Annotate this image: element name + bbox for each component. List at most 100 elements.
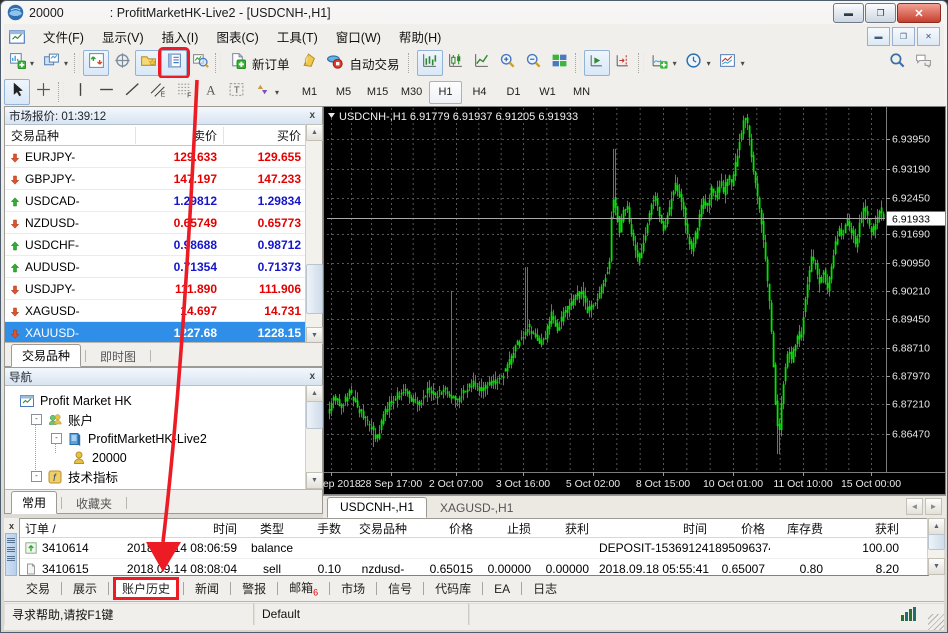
periods-button[interactable]	[681, 50, 707, 76]
templates-button[interactable]	[715, 50, 741, 76]
terminal-column-header-6[interactable]: 止损	[478, 520, 536, 537]
terminal-column-header-4[interactable]: 交易品种	[346, 520, 420, 537]
mw-tab-1[interactable]: 即时图	[90, 346, 146, 367]
profiles-dropdown-arrow[interactable]: ▾	[64, 59, 68, 68]
menu-item-插入I[interactable]: 插入(I)	[153, 25, 208, 48]
terminal-column-header-1[interactable]: 时间	[120, 520, 242, 537]
terminal-scrollbar[interactable]: ▲▼	[927, 518, 944, 575]
tile-windows-button[interactable]	[547, 50, 573, 76]
terminal-tab-4[interactable]: 警报	[235, 579, 273, 598]
chart-tab-XAGUSDH1[interactable]: XAGUSD-,H1	[428, 499, 525, 518]
market-watch-button[interactable]	[83, 50, 109, 76]
menu-item-文件F[interactable]: 文件(F)	[34, 25, 93, 48]
timeframe-m1-button[interactable]: M1	[293, 81, 326, 104]
line-chart-mode-button[interactable]	[469, 50, 495, 76]
equidistant-channel-tool-button[interactable]: E	[145, 79, 171, 105]
market-watch-row-EURJPY[interactable]: EURJPY-129.633129.655	[5, 146, 322, 168]
market-watch-scrollbar[interactable]: ▲▼	[305, 124, 322, 344]
text-tool-button[interactable]: A	[197, 79, 223, 105]
nav-tab-0[interactable]: 常用	[11, 491, 57, 514]
scroll-thumb[interactable]	[306, 264, 323, 314]
timeframe-w1-button[interactable]: W1	[531, 81, 564, 104]
templates-dropdown-arrow[interactable]: ▾	[741, 59, 745, 68]
profiles-button[interactable]	[38, 50, 64, 76]
terminal-tab-0[interactable]: 交易	[19, 579, 57, 598]
tree-item-账户[interactable]: -账户	[31, 410, 93, 429]
periods-dropdown-arrow[interactable]: ▾	[707, 59, 711, 68]
auto-scroll-button[interactable]	[584, 50, 610, 76]
price-chart[interactable]: 6.939506.931906.924506.916906.909506.902…	[323, 106, 946, 495]
menu-item-窗口W[interactable]: 窗口(W)	[327, 25, 390, 48]
timeframe-m5-button[interactable]: M5	[327, 81, 360, 104]
timeframe-d1-button[interactable]: D1	[497, 81, 530, 104]
chart-tabs-left-icon[interactable]: ◄	[906, 498, 923, 515]
mw-column-header-0[interactable]: 交易品种	[5, 127, 135, 144]
arrows-tool-button[interactable]	[249, 79, 275, 105]
menu-item-图表C[interactable]: 图表(C)	[207, 25, 267, 48]
navigator-scrollbar[interactable]: ▲▼	[305, 385, 322, 489]
history-row-3410615[interactable]: 34106152018.09.14 08:08:04sell0.10nzdusd…	[20, 559, 928, 576]
timeframe-mn-button[interactable]: MN	[565, 81, 598, 104]
terminal-tab-5[interactable]: 邮箱6	[282, 578, 325, 598]
doc-restore-button[interactable]: ❐	[892, 27, 915, 46]
timeframe-m15-button[interactable]: M15	[361, 81, 394, 104]
new-chart-button[interactable]	[4, 50, 30, 76]
scroll-up-button[interactable]: ▲	[306, 385, 323, 402]
terminal-tab-7[interactable]: 信号	[381, 579, 419, 598]
terminal-close-icon[interactable]: x	[6, 520, 17, 531]
market-watch-row-GBPJPY[interactable]: GBPJPY-147.197147.233	[5, 168, 322, 190]
timeframe-m30-button[interactable]: M30	[395, 81, 428, 104]
history-row-3410614[interactable]: 34106142018.09.14 08:06:59balanceDEPOSIT…	[20, 538, 928, 559]
text-label-tool-button[interactable]: T	[223, 79, 249, 105]
status-profile[interactable]: Default	[254, 603, 469, 625]
search-button[interactable]	[884, 50, 910, 76]
indicators-button[interactable]	[647, 50, 673, 76]
terminal-column-header-5[interactable]: 价格	[420, 520, 478, 537]
vertical-line-tool-button[interactable]	[67, 79, 93, 105]
strategy-tester-button[interactable]	[187, 50, 213, 76]
tree-item-技术指标[interactable]: -f技术指标	[31, 467, 118, 486]
restore-button[interactable]: ❐	[865, 3, 896, 23]
tree-item-20000[interactable]: 20000	[71, 448, 127, 467]
market-watch-row-USDJPY[interactable]: USDJPY-111.890111.906	[5, 278, 322, 300]
menu-item-显示V[interactable]: 显示(V)	[93, 25, 153, 48]
terminal-column-header-9[interactable]: 价格	[712, 520, 770, 537]
trendline-tool-button[interactable]	[119, 79, 145, 105]
autotrading-button[interactable]	[322, 50, 348, 76]
terminal-button[interactable]	[161, 50, 187, 76]
terminal-column-header-7[interactable]: 获利	[536, 520, 594, 537]
scroll-thumb[interactable]	[306, 401, 323, 429]
terminal-tab-10[interactable]: 日志	[526, 579, 564, 598]
mw-tab-0[interactable]: 交易品种	[11, 344, 81, 367]
market-watch-row-NZDUSD[interactable]: NZDUSD-0.657490.65773	[5, 212, 322, 234]
close-button[interactable]: ✕	[897, 3, 941, 23]
terminal-column-header-0[interactable]: 订单 /	[20, 520, 120, 537]
mw-column-header-1[interactable]: 卖价	[135, 127, 223, 144]
market-watch-row-AUDUSD[interactable]: AUDUSD-0.713540.71373	[5, 256, 322, 278]
community-chat-button[interactable]	[910, 50, 936, 76]
resize-grip[interactable]	[928, 614, 944, 630]
terminal-tab-2[interactable]: 账户历史	[113, 577, 179, 600]
chart-tab-USDCNHH1[interactable]: USDCNH-,H1	[327, 497, 427, 518]
tree-expander-icon[interactable]: -	[51, 433, 62, 444]
bar-chart-mode-button[interactable]	[417, 50, 443, 76]
terminal-column-header-10[interactable]: 库存费	[770, 520, 828, 537]
scroll-up-button[interactable]: ▲	[928, 518, 945, 535]
cursor-tool-button[interactable]	[4, 79, 30, 105]
market-watch-close-icon[interactable]: x	[306, 110, 318, 121]
fibonacci-tool-button[interactable]: F	[171, 79, 197, 105]
timeframe-h1-button[interactable]: H1	[429, 81, 462, 104]
zoom-in-button[interactable]	[495, 50, 521, 76]
terminal-column-header-8[interactable]: 时间	[594, 520, 712, 537]
terminal-tab-8[interactable]: 代码库	[428, 579, 478, 598]
terminal-column-header-2[interactable]: 类型	[242, 520, 302, 537]
scroll-down-button[interactable]: ▼	[928, 558, 945, 575]
indicators-dropdown-arrow[interactable]: ▾	[673, 59, 677, 68]
mw-column-header-2[interactable]: 买价	[223, 127, 307, 144]
horizontal-line-tool-button[interactable]	[93, 79, 119, 105]
chart-tabs-right-icon[interactable]: ►	[925, 498, 942, 515]
new-chart-dropdown-arrow[interactable]: ▾	[30, 59, 34, 68]
scroll-thumb[interactable]	[928, 534, 945, 550]
crosshair-tool-button[interactable]	[30, 79, 56, 105]
tree-item-Profit-Market-HK[interactable]: Profit Market HK	[19, 391, 132, 410]
